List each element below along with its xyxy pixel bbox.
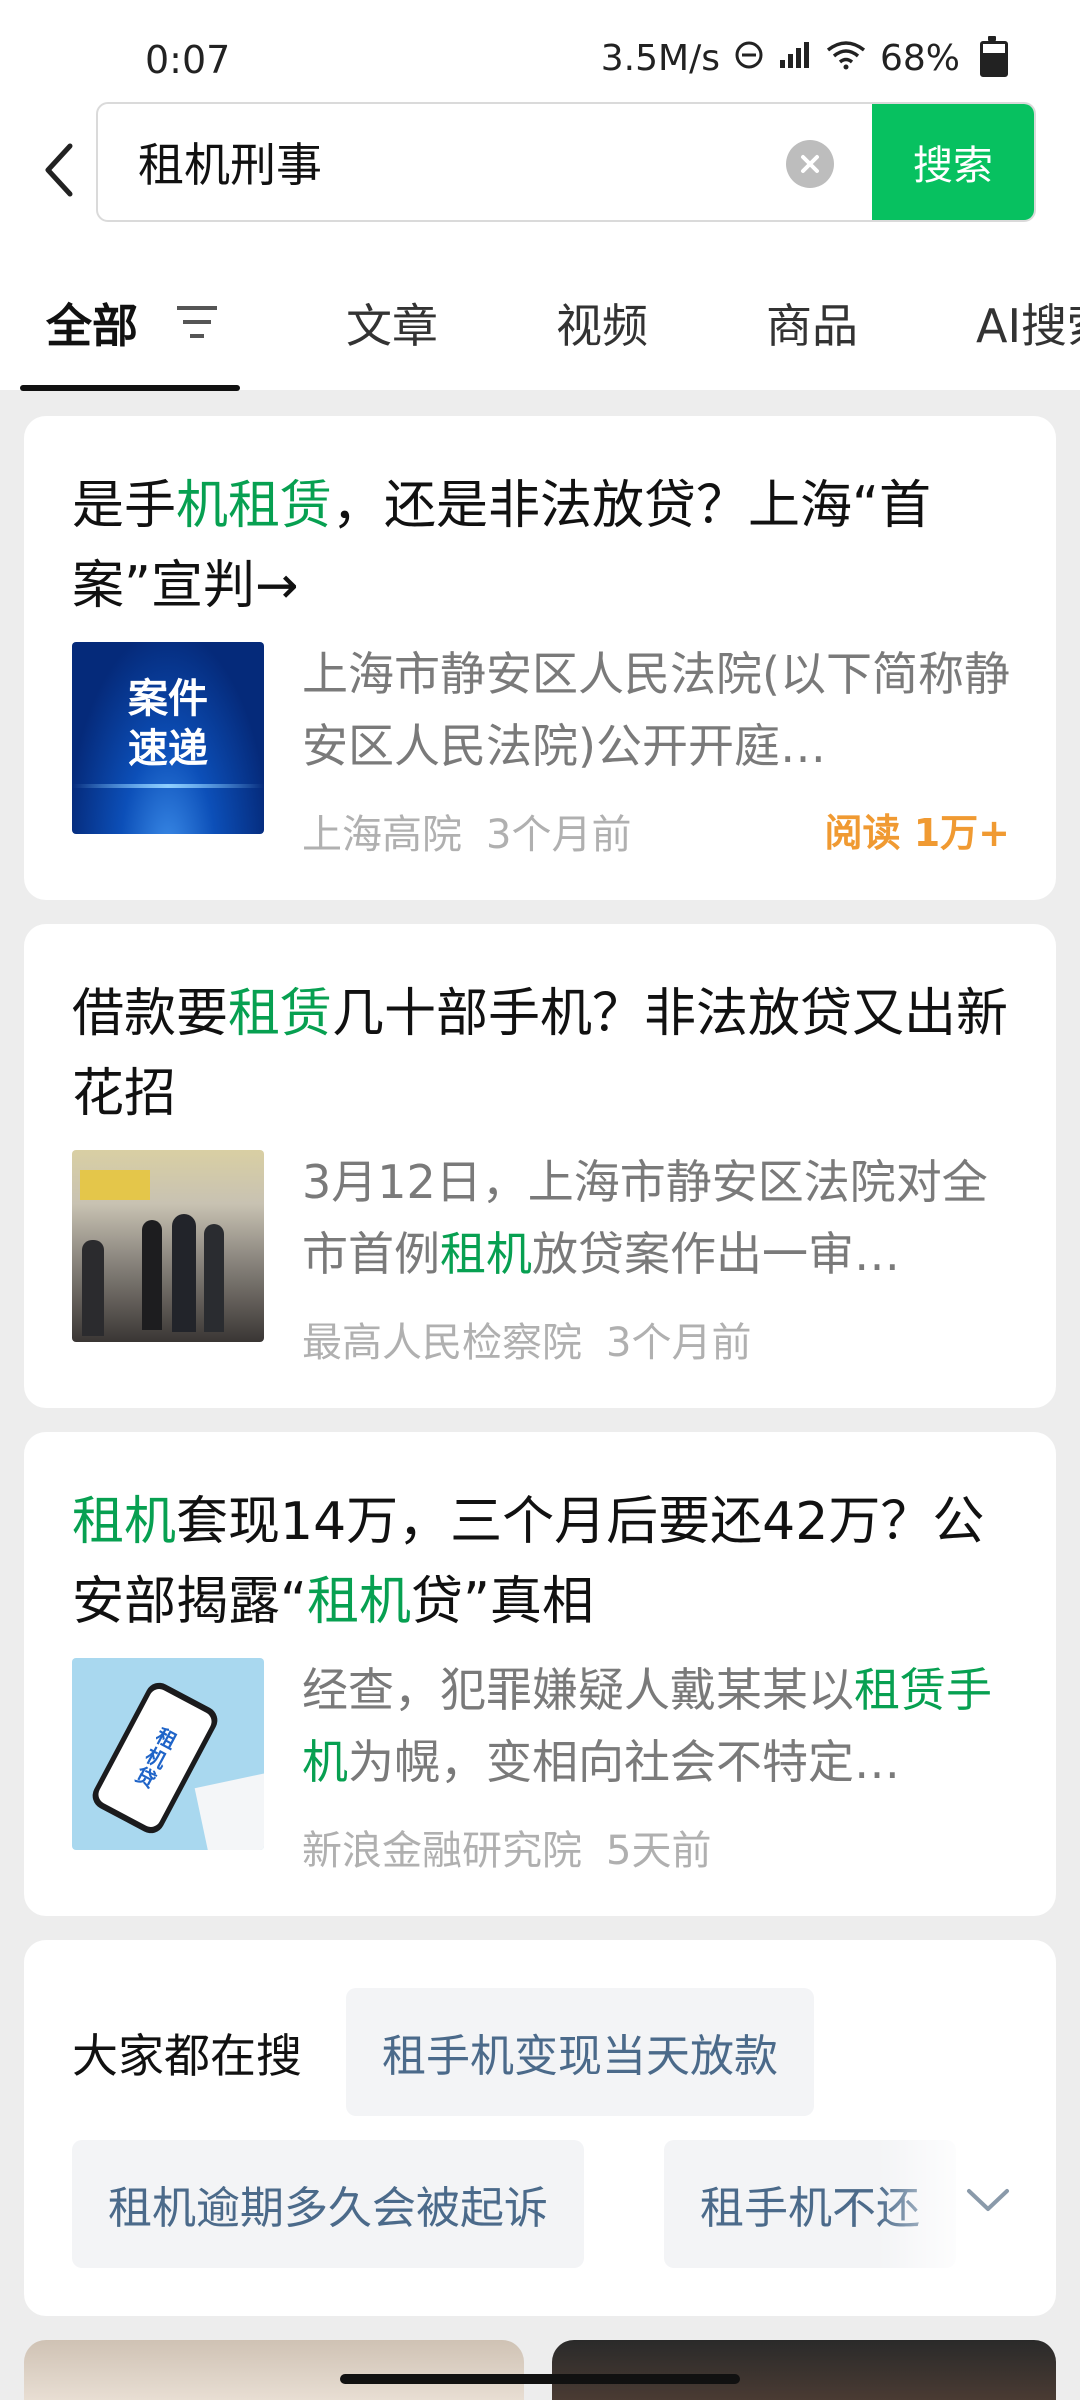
battery-percent: 68% [879,38,960,79]
photo-person [142,1220,162,1330]
battery-icon [980,35,1008,77]
search-header: 搜索 [0,100,1080,240]
result-source: 新浪金融研究院 [302,1828,582,1874]
photo-paper [194,1769,264,1850]
chevron-down-icon [967,2189,1009,2211]
photo-person [82,1240,104,1336]
photo-sign [80,1170,150,1200]
result-time: 3个月前 [606,1320,752,1366]
result-meta: 上海高院 3个月前 [302,802,631,860]
status-indicators: 3.5M/s 68% [600,35,1008,79]
tab-articles[interactable]: 文章 [346,290,438,356]
battery-fill [983,53,1005,74]
tab-products[interactable]: 商品 [766,290,858,356]
result-card[interactable]: 借款要租赁几十部手机？非法放贷又出新花招 3月12日，上海市静安区法院对全市首例… [24,924,1056,1408]
home-indicator[interactable] [340,2374,740,2384]
back-button[interactable] [30,130,90,210]
signal-icon [778,38,812,79]
related-search-chip[interactable]: 租机逾期多久会被起诉 [72,2140,584,2268]
result-time: 5天前 [606,1828,712,1874]
read-count: 阅读 1万+ [824,811,1010,855]
thumbnail-text: 案件 速递 [128,676,208,772]
photo-person [172,1214,196,1332]
result-thumbnail [72,1150,264,1342]
result-source: 上海高院 [302,812,462,858]
result-snippet: 上海市静安区人民法院(以下简称静安区人民法院)公开开庭… [302,647,1010,773]
search-box: 搜索 [96,102,1036,222]
related-searches-label: 大家都在搜 [72,2029,302,2083]
result-snippet: 经查，犯罪嫌疑人戴某某以租赁手机为幌，变相向社会不特定… [302,1663,992,1789]
clear-button[interactable] [786,140,834,188]
expand-button[interactable] [958,2170,1018,2230]
do-not-disturb-icon [734,38,764,79]
related-searches: 大家都在搜 租手机变现当天放款 租机逾期多久会被起诉 租手机不还 [24,1940,1056,2316]
tab-all[interactable]: 全部 [46,290,138,356]
tab-indicator [20,385,240,391]
next-result-preview [552,2340,1056,2400]
result-card[interactable]: 租机套现14万，三个月后要还42万？公安部揭露“租机贷”真相 租机贷 经查，犯罪… [24,1432,1056,1916]
wifi-icon [826,38,866,79]
tab-videos[interactable]: 视频 [556,290,648,356]
thumbnail-text: 租机贷 [128,1722,181,1793]
result-meta: 最高人民检察院 3个月前 [302,1310,751,1368]
search-input[interactable] [136,128,840,196]
photo-person [204,1224,224,1332]
related-search-chip[interactable]: 租手机变现当天放款 [346,1988,814,2116]
result-thumbnail: 案件 速递 [72,642,264,834]
thumbnail-glow [72,784,264,788]
search-button[interactable]: 搜索 [872,104,1034,220]
result-source: 最高人民检察院 [302,1320,582,1366]
filter-icon[interactable] [175,302,219,342]
status-bar: 0:07 3.5M/s 68% [0,0,1080,100]
result-time: 3个月前 [486,812,632,858]
network-speed: 3.5M/s [600,38,720,79]
status-time: 0:07 [145,38,231,82]
result-title[interactable]: 是手机租赁，还是非法放贷？上海“首案”宣判→ [72,466,1022,626]
close-icon [801,155,819,173]
result-thumbnail: 租机贷 [72,1658,264,1850]
result-title[interactable]: 借款要租赁几十部手机？非法放贷又出新花招 [72,974,1022,1134]
result-snippet: 3月12日，上海市静安区法院对全市首例租机放贷案作出一审… [302,1155,988,1281]
result-title[interactable]: 租机套现14万，三个月后要还42万？公安部揭露“租机贷”真相 [72,1482,1022,1642]
tab-bar: 全部 文章 视频 商品 AI搜索 [0,240,1080,391]
next-result-preview [24,2340,524,2400]
result-meta: 新浪金融研究院 5天前 [302,1818,711,1876]
result-card[interactable]: 是手机租赁，还是非法放贷？上海“首案”宣判→ 案件 速递 上海市静安区人民法院(… [24,416,1056,900]
chevron-left-icon [45,143,73,197]
tab-ai-search[interactable]: AI搜索 [976,290,1080,356]
